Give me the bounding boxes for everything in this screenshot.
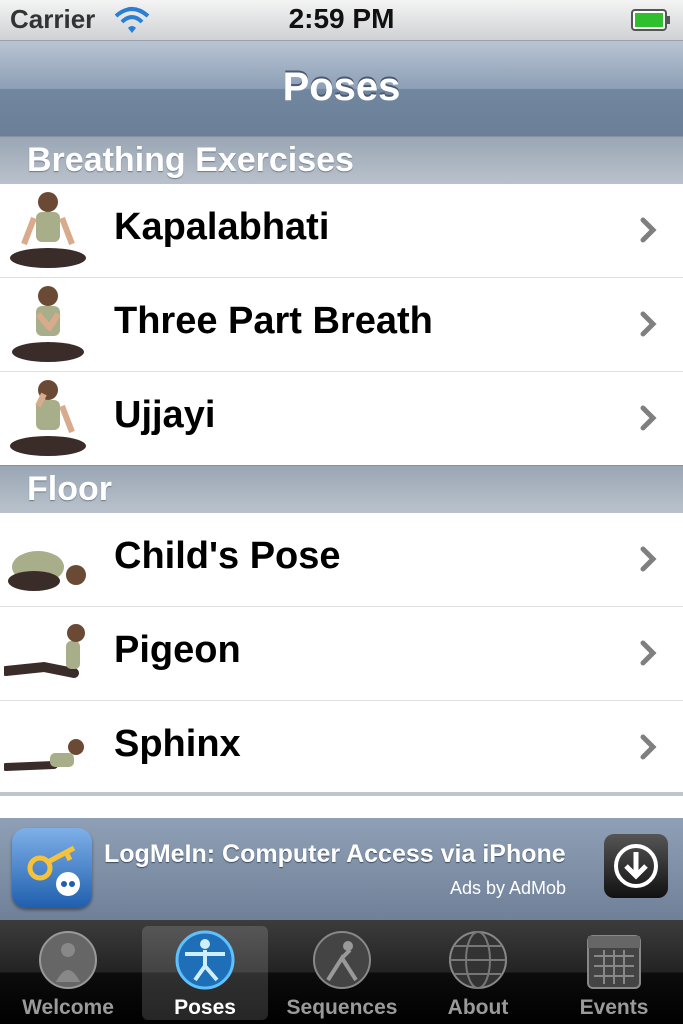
- tab-bar: Welcome Poses Sequences About Events: [0, 920, 683, 1024]
- chevron-right-icon: [640, 311, 657, 337]
- chevron-right-icon: [640, 734, 657, 760]
- ad-banner[interactable]: LogMeIn: Computer Access via iPhone Ads …: [0, 818, 683, 920]
- navigation-bar: Poses: [0, 41, 683, 137]
- about-icon: [449, 931, 507, 989]
- section-header-breathing: Breathing Exercises: [0, 136, 683, 185]
- tab-label: About: [447, 996, 509, 1019]
- page-title: Poses: [282, 65, 401, 109]
- pose-row-sphinx[interactable]: Sphinx: [0, 701, 683, 795]
- welcome-icon: [39, 931, 97, 989]
- chevron-right-icon: [640, 546, 657, 572]
- pose-row-kapalabhati[interactable]: Kapalabhati: [0, 184, 683, 278]
- pose-row-childs-pose[interactable]: Child's Pose: [0, 513, 683, 607]
- pose-label: Three Part Breath: [114, 300, 433, 342]
- pose-label: Pigeon: [114, 629, 241, 671]
- pose-label: Sphinx: [114, 723, 241, 765]
- chevron-right-icon: [640, 640, 657, 666]
- pose-row-ujjayi[interactable]: Ujjayi: [0, 372, 683, 466]
- pigeon-pose-thumbnail: [4, 624, 85, 678]
- section-title: Floor: [27, 470, 112, 508]
- sequences-icon: [313, 931, 371, 989]
- logmein-app-icon: [12, 828, 92, 908]
- ad-title: LogMeIn: Computer Access via iPhone: [104, 840, 566, 868]
- battery-icon: [631, 9, 670, 31]
- tab-poses[interactable]: Poses: [142, 926, 268, 1020]
- key-icon: [27, 845, 80, 896]
- pose-row-three-part-breath[interactable]: Three Part Breath: [0, 278, 683, 372]
- tab-label: Welcome: [22, 996, 114, 1019]
- tab-events[interactable]: Events: [546, 920, 682, 1024]
- ad-attribution: Ads by AdMob: [450, 878, 567, 898]
- download-button[interactable]: [604, 834, 668, 898]
- chevron-right-icon: [640, 405, 657, 431]
- tab-sequences[interactable]: Sequences: [274, 920, 410, 1024]
- seated-pose-thumbnail: [12, 286, 84, 362]
- childs-pose-thumbnail: [8, 551, 86, 591]
- pose-label: Ujjayi: [114, 394, 216, 436]
- chevron-right-icon: [640, 217, 657, 243]
- status-time: 2:59 PM: [288, 3, 395, 34]
- seated-pose-thumbnail: [10, 192, 86, 268]
- download-arrow-icon: [614, 844, 658, 888]
- section-header-floor: Floor: [0, 465, 683, 514]
- pose-row-pigeon[interactable]: Pigeon: [0, 607, 683, 701]
- events-icon: [587, 935, 641, 989]
- seated-pose-thumbnail: [10, 380, 86, 456]
- tab-label: Sequences: [286, 996, 398, 1019]
- list-divider: [0, 792, 683, 796]
- section-title: Breathing Exercises: [27, 141, 354, 179]
- sphinx-pose-thumbnail: [4, 739, 84, 771]
- poses-icon: [175, 930, 235, 990]
- tab-label: Events: [579, 996, 649, 1019]
- status-bar: Carrier 2:59 PM: [0, 0, 683, 41]
- tab-welcome[interactable]: Welcome: [0, 920, 136, 1024]
- tab-about[interactable]: About: [410, 920, 546, 1024]
- pose-label: Child's Pose: [114, 535, 341, 577]
- tab-label: Poses: [174, 996, 236, 1019]
- pose-label: Kapalabhati: [114, 206, 330, 248]
